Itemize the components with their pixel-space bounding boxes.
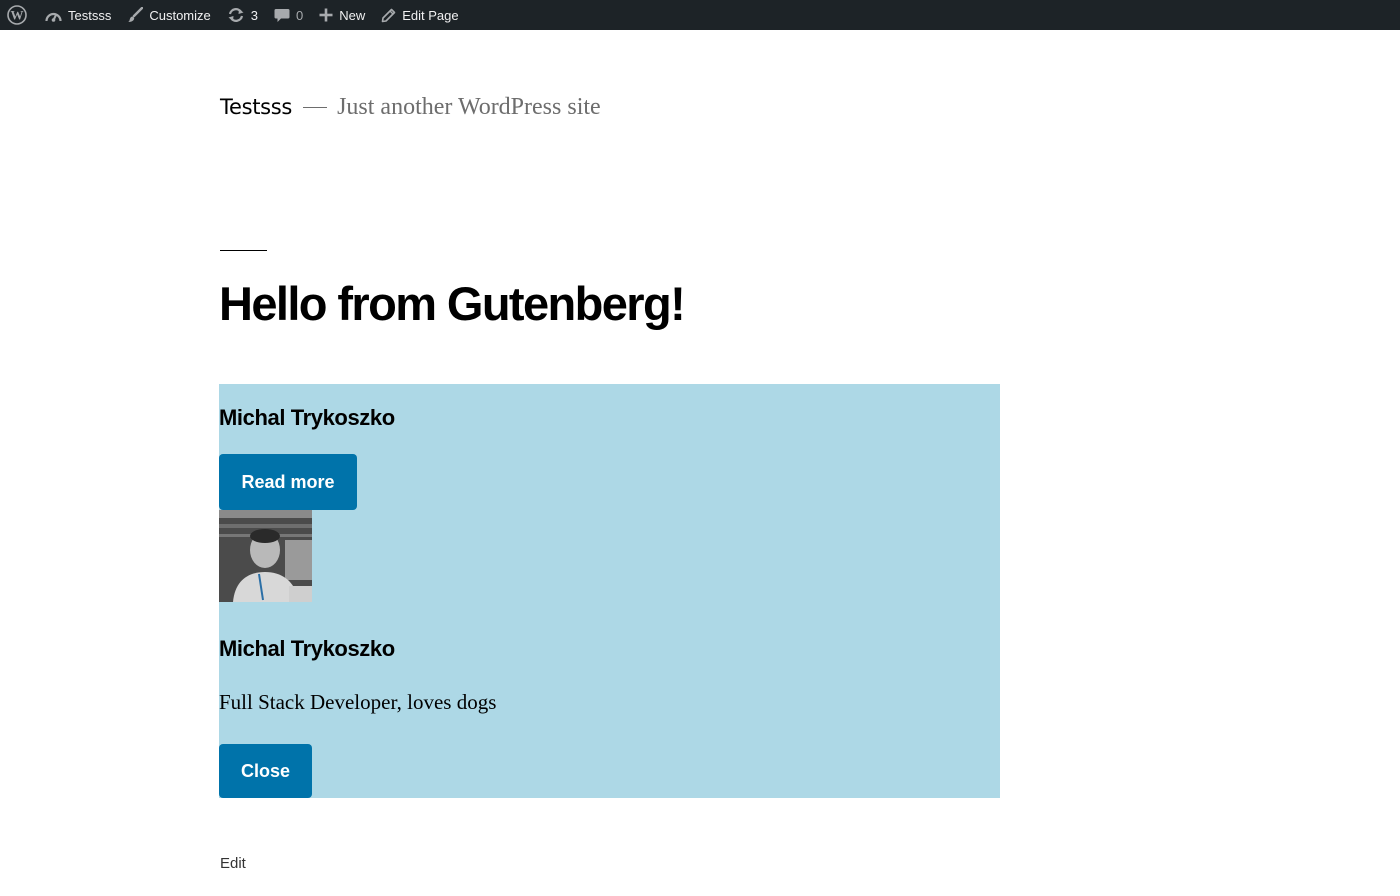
svg-text:W: W bbox=[11, 8, 24, 23]
admin-bar-updates[interactable]: 3 bbox=[219, 0, 266, 30]
admin-bar-customize[interactable]: Customize bbox=[119, 0, 218, 30]
admin-bar-site-name: Testsss bbox=[68, 7, 112, 23]
pencil-icon bbox=[381, 8, 396, 23]
comment-bubble-icon bbox=[274, 8, 290, 23]
profile-card: Michal Trykoszko Read more Michal Trykos… bbox=[219, 384, 1000, 798]
avatar bbox=[219, 510, 312, 602]
close-button[interactable]: Close bbox=[219, 744, 312, 798]
dashboard-icon bbox=[45, 8, 62, 23]
admin-bar-new[interactable]: New bbox=[311, 0, 373, 30]
admin-bar-edit-page[interactable]: Edit Page bbox=[373, 0, 466, 30]
profile-name: Michal Trykoszko bbox=[219, 636, 395, 661]
wordpress-logo-icon[interactable]: W bbox=[0, 0, 37, 30]
profile-name-heading: Michal Trykoszko bbox=[219, 405, 395, 430]
updates-icon bbox=[227, 7, 245, 23]
site-title[interactable]: Testsss bbox=[220, 95, 292, 119]
site-header: Testsss Just another WordPress site bbox=[220, 94, 601, 121]
page-title: Hello from Gutenberg! bbox=[219, 277, 686, 330]
admin-bar-comments[interactable]: 0 bbox=[266, 0, 311, 30]
admin-bar-site-link[interactable]: Testsss bbox=[37, 0, 119, 30]
title-divider bbox=[220, 250, 267, 251]
profile-bio: Full Stack Developer, loves dogs bbox=[219, 690, 497, 714]
site-description: Just another WordPress site bbox=[337, 94, 601, 120]
edit-link[interactable]: Edit bbox=[220, 855, 246, 872]
comments-count: 0 bbox=[296, 7, 304, 23]
paintbrush-icon bbox=[127, 7, 144, 23]
admin-bar-edit-page-label: Edit Page bbox=[402, 7, 459, 23]
admin-bar: W Testsss Customize 3 0 New Edit Page bbox=[0, 0, 1400, 30]
plus-icon bbox=[319, 8, 333, 22]
admin-bar-new-label: New bbox=[339, 7, 366, 23]
read-more-button[interactable]: Read more bbox=[219, 454, 357, 510]
site-title-separator bbox=[303, 107, 328, 108]
admin-bar-customize-label: Customize bbox=[149, 7, 211, 23]
updates-count: 3 bbox=[250, 7, 258, 23]
